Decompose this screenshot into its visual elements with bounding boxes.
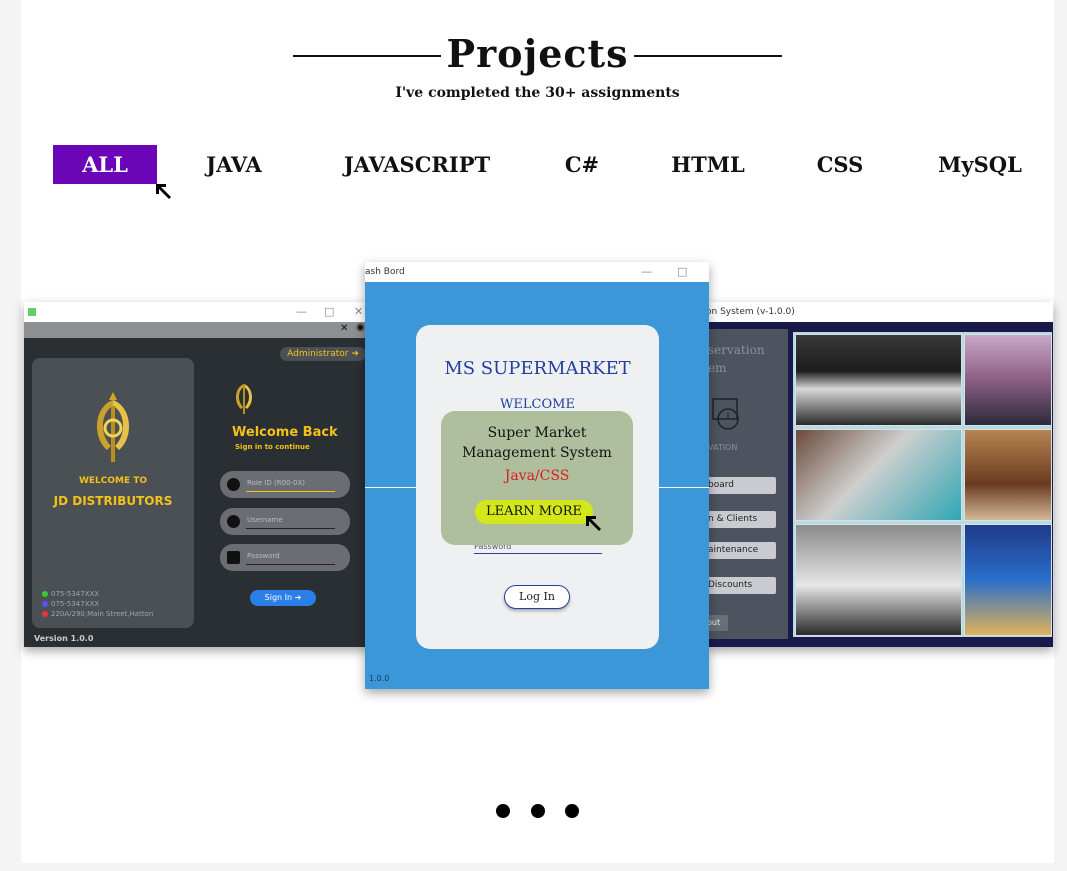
carousel-dot-3[interactable] (565, 804, 579, 818)
contact-address: 220A/290,Main Street,Hatton (51, 610, 154, 618)
connector-line-right (659, 487, 709, 488)
menu-clients[interactable]: n & Clients (706, 511, 776, 528)
eye-icon: ◉ (356, 322, 365, 333)
resort-photo (964, 334, 1052, 426)
section-subtitle: I've completed the 30+ assignments (395, 85, 680, 101)
phone-icon (42, 591, 48, 597)
password-field[interactable]: Password (220, 544, 350, 571)
pin-icon: ✕ (340, 323, 349, 334)
housekeeping-photo (795, 429, 962, 521)
filter-mysql[interactable]: MySQL (933, 145, 1027, 184)
minimize-icon: — (641, 265, 652, 278)
window-titlebar: ash Bord — □ (365, 262, 709, 282)
welcome-label: WELCOME (500, 397, 575, 412)
carousel-dot-1[interactable] (496, 804, 510, 818)
maximize-icon: □ (677, 265, 688, 278)
contact-phone-2: 075-5347XXX (51, 600, 100, 608)
filter-javascript[interactable]: JAVASCRIPT (337, 145, 497, 184)
window-titlebar: — □ ✕ (24, 302, 370, 322)
carousel-dot-2[interactable] (531, 804, 545, 818)
hall-photo (964, 429, 1052, 521)
menu-dashboard[interactable]: board (706, 477, 776, 494)
version-label: 1.0.0 (369, 674, 390, 683)
version-label: Version 1.0.0 (34, 634, 94, 643)
welcome-back-heading: Welcome Back (232, 425, 338, 440)
jd-small-logo-icon (235, 384, 253, 414)
arrow-cursor-icon (156, 184, 171, 199)
user-icon (227, 515, 240, 528)
suite-photo (795, 524, 962, 636)
menu-discounts[interactable]: Discounts (706, 577, 776, 594)
project-tech: Java/CSS (504, 468, 570, 484)
jd-distributors-label: JD DISTRIBUTORS (53, 494, 173, 508)
room-photo-grid (793, 332, 1052, 637)
filter-html[interactable]: HTML (669, 145, 747, 184)
login-arrow-icon: ➜ (351, 349, 359, 359)
administrator-button[interactable]: Administrator ➜ (280, 347, 366, 361)
id-icon (227, 478, 240, 491)
section-header: Projects I've completed the 30+ assignme… (21, 28, 1054, 101)
lock-icon (227, 551, 240, 564)
role-id-field[interactable]: Role ID (R00-0X) (220, 471, 350, 498)
sign-in-button[interactable]: Sign In ➜ (250, 590, 316, 606)
username-field[interactable]: Username (220, 508, 350, 535)
reservation-sidebar: servation em VATION board n & Clients ai… (706, 329, 788, 639)
connector-line-left (365, 487, 416, 488)
phone-icon (42, 601, 48, 607)
title-divider-left (293, 55, 441, 57)
logout-button[interactable]: out (706, 615, 728, 631)
window-titlebar: on System (v-1.0.0) (706, 302, 1053, 322)
project-title: Super Market Management System (462, 425, 612, 461)
pool-photo (964, 524, 1052, 636)
app-icon (28, 308, 36, 316)
jd-logo-icon (96, 392, 130, 462)
filter-all[interactable]: ALL (53, 145, 157, 184)
title-divider-right (634, 55, 782, 57)
login-arrow-icon: ➜ (294, 593, 302, 602)
project-card-reservation-system[interactable]: on System (v-1.0.0) servation em VATION … (706, 302, 1053, 647)
filter-tabs: ALL JAVA JAVASCRIPT C# HTML CSS MySQL (21, 145, 1054, 185)
project-card-jd-distributors[interactable]: — □ ✕ ✕ ◉ WELCOME TO JD DISTRIBUTORS 075… (24, 302, 370, 647)
project-hover-overlay: Super Market Management System Java/CSS … (441, 411, 633, 545)
arrow-cursor-icon (586, 516, 601, 531)
close-icon: ✕ (354, 305, 364, 318)
sign-in-hint: Sign in to continue (235, 443, 310, 451)
welcome-to-label: WELCOME TO (78, 476, 148, 486)
maximize-icon: □ (324, 305, 335, 318)
contact-phone-1: 075-5347XXX (51, 590, 100, 598)
filter-java[interactable]: JAVA (196, 145, 272, 184)
filter-csharp[interactable]: C# (562, 145, 602, 184)
location-icon (42, 611, 48, 617)
projects-section: Projects I've completed the 30+ assignme… (21, 0, 1054, 863)
clock-icon (712, 398, 739, 430)
welcome-panel: WELCOME TO JD DISTRIBUTORS 075-5347XXX 0… (32, 358, 194, 628)
minimize-icon: — (296, 305, 307, 318)
app-title: MS SUPERMARKET (444, 358, 631, 379)
learn-more-button[interactable]: LEARN MORE (475, 500, 593, 524)
filter-css[interactable]: CSS (814, 145, 866, 184)
menu-maintenance[interactable]: aintenance (706, 542, 776, 559)
login-button[interactable]: Log In (504, 585, 570, 609)
section-title: Projects (446, 31, 629, 76)
room-photo (795, 334, 962, 426)
